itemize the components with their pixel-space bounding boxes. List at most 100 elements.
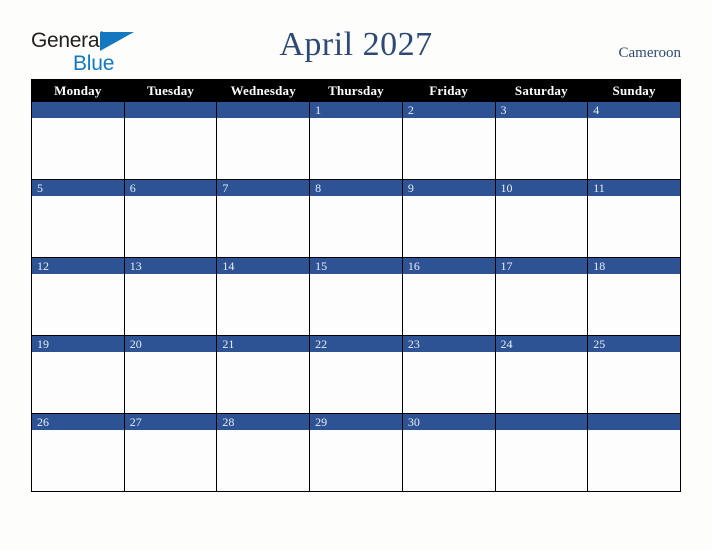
calendar-table: Monday Tuesday Wednesday Thursday Friday… bbox=[31, 79, 681, 492]
day-cell[interactable]: 13 bbox=[123, 257, 218, 336]
date-number: 25 bbox=[588, 336, 680, 352]
day-header-monday: Monday bbox=[31, 79, 125, 102]
day-cell[interactable]: 14 bbox=[216, 257, 311, 336]
day-cell[interactable]: 27 bbox=[123, 413, 218, 492]
day-cell[interactable]: 9 bbox=[401, 179, 496, 258]
calendar-body: 1 2 3 4 5 6 7 8 9 10 11 12 13 14 15 16 1… bbox=[31, 101, 681, 492]
day-note-area[interactable] bbox=[310, 430, 402, 491]
day-cell[interactable]: 12 bbox=[31, 257, 125, 336]
day-cell[interactable] bbox=[587, 413, 681, 492]
day-header-wednesday: Wednesday bbox=[216, 79, 311, 102]
date-number: 6 bbox=[124, 180, 217, 196]
day-note-area[interactable] bbox=[402, 196, 495, 257]
day-cell[interactable]: 11 bbox=[587, 179, 681, 258]
day-cell[interactable] bbox=[494, 413, 589, 492]
day-cell[interactable]: 29 bbox=[309, 413, 403, 492]
day-note-area[interactable] bbox=[310, 196, 402, 257]
day-cell[interactable]: 23 bbox=[401, 335, 496, 414]
day-note-area[interactable] bbox=[32, 118, 124, 179]
date-number: 27 bbox=[124, 414, 217, 430]
day-cell[interactable]: 16 bbox=[401, 257, 496, 336]
day-note-area[interactable] bbox=[217, 196, 310, 257]
day-cell[interactable]: 26 bbox=[31, 413, 125, 492]
page-header: General Blue April 2027 Cameroon bbox=[0, 0, 712, 78]
day-cell[interactable]: 15 bbox=[309, 257, 403, 336]
date-number bbox=[588, 414, 680, 430]
day-note-area[interactable] bbox=[217, 430, 310, 491]
day-note-area[interactable] bbox=[217, 118, 310, 179]
day-note-area[interactable] bbox=[310, 118, 402, 179]
day-note-area[interactable] bbox=[588, 196, 680, 257]
day-cell[interactable]: 22 bbox=[309, 335, 403, 414]
calendar-page: General Blue April 2027 Cameroon Monday … bbox=[0, 0, 712, 550]
day-cell[interactable]: 2 bbox=[401, 101, 496, 180]
date-number: 22 bbox=[310, 336, 402, 352]
day-cell[interactable]: 25 bbox=[587, 335, 681, 414]
day-header-thursday: Thursday bbox=[309, 79, 403, 102]
day-note-area[interactable] bbox=[310, 274, 402, 335]
day-cell[interactable]: 5 bbox=[31, 179, 125, 258]
day-note-area[interactable] bbox=[124, 274, 217, 335]
date-number: 11 bbox=[588, 180, 680, 196]
date-number: 10 bbox=[495, 180, 588, 196]
day-cell[interactable]: 20 bbox=[123, 335, 218, 414]
day-note-area[interactable] bbox=[495, 274, 588, 335]
day-note-area[interactable] bbox=[588, 118, 680, 179]
date-number: 30 bbox=[402, 414, 495, 430]
day-note-area[interactable] bbox=[124, 196, 217, 257]
day-cell[interactable]: 1 bbox=[309, 101, 403, 180]
day-note-area[interactable] bbox=[310, 352, 402, 413]
week-row: 26 27 28 29 30 bbox=[31, 413, 681, 492]
day-note-area[interactable] bbox=[124, 430, 217, 491]
day-note-area[interactable] bbox=[495, 430, 588, 491]
date-number: 12 bbox=[32, 258, 124, 274]
date-number: 19 bbox=[32, 336, 124, 352]
day-note-area[interactable] bbox=[402, 430, 495, 491]
day-note-area[interactable] bbox=[217, 352, 310, 413]
day-cell[interactable]: 3 bbox=[494, 101, 589, 180]
day-note-area[interactable] bbox=[124, 352, 217, 413]
day-cell[interactable]: 7 bbox=[216, 179, 311, 258]
day-cell[interactable]: 6 bbox=[123, 179, 218, 258]
day-note-area[interactable] bbox=[495, 352, 588, 413]
day-cell[interactable]: 10 bbox=[494, 179, 589, 258]
date-number: 14 bbox=[217, 258, 310, 274]
day-note-area[interactable] bbox=[32, 352, 124, 413]
day-note-area[interactable] bbox=[402, 352, 495, 413]
day-note-area[interactable] bbox=[495, 118, 588, 179]
day-note-area[interactable] bbox=[32, 196, 124, 257]
day-cell[interactable]: 21 bbox=[216, 335, 311, 414]
day-cell[interactable] bbox=[123, 101, 218, 180]
day-cell[interactable]: 30 bbox=[401, 413, 496, 492]
day-cell[interactable] bbox=[216, 101, 311, 180]
day-cell[interactable]: 4 bbox=[587, 101, 681, 180]
day-cell[interactable]: 17 bbox=[494, 257, 589, 336]
day-note-area[interactable] bbox=[495, 196, 588, 257]
date-number: 26 bbox=[32, 414, 124, 430]
day-note-area[interactable] bbox=[32, 430, 124, 491]
day-cell[interactable]: 8 bbox=[309, 179, 403, 258]
day-note-area[interactable] bbox=[588, 430, 680, 491]
day-note-area[interactable] bbox=[217, 274, 310, 335]
day-cell[interactable] bbox=[31, 101, 125, 180]
date-number: 3 bbox=[495, 102, 588, 118]
date-number: 2 bbox=[402, 102, 495, 118]
day-note-area[interactable] bbox=[402, 118, 495, 179]
day-note-area[interactable] bbox=[588, 352, 680, 413]
day-note-area[interactable] bbox=[32, 274, 124, 335]
day-note-area[interactable] bbox=[124, 118, 217, 179]
date-number: 13 bbox=[124, 258, 217, 274]
day-note-area[interactable] bbox=[402, 274, 495, 335]
day-note-area[interactable] bbox=[588, 274, 680, 335]
date-number: 7 bbox=[217, 180, 310, 196]
day-cell[interactable]: 28 bbox=[216, 413, 311, 492]
date-number: 21 bbox=[217, 336, 310, 352]
day-cell[interactable]: 24 bbox=[494, 335, 589, 414]
date-number bbox=[124, 102, 217, 118]
day-cell[interactable]: 18 bbox=[587, 257, 681, 336]
day-cell[interactable]: 19 bbox=[31, 335, 125, 414]
country-label: Cameroon bbox=[618, 45, 681, 61]
calendar-head: Monday Tuesday Wednesday Thursday Friday… bbox=[31, 79, 681, 102]
date-number: 17 bbox=[495, 258, 588, 274]
day-header-tuesday: Tuesday bbox=[123, 79, 218, 102]
